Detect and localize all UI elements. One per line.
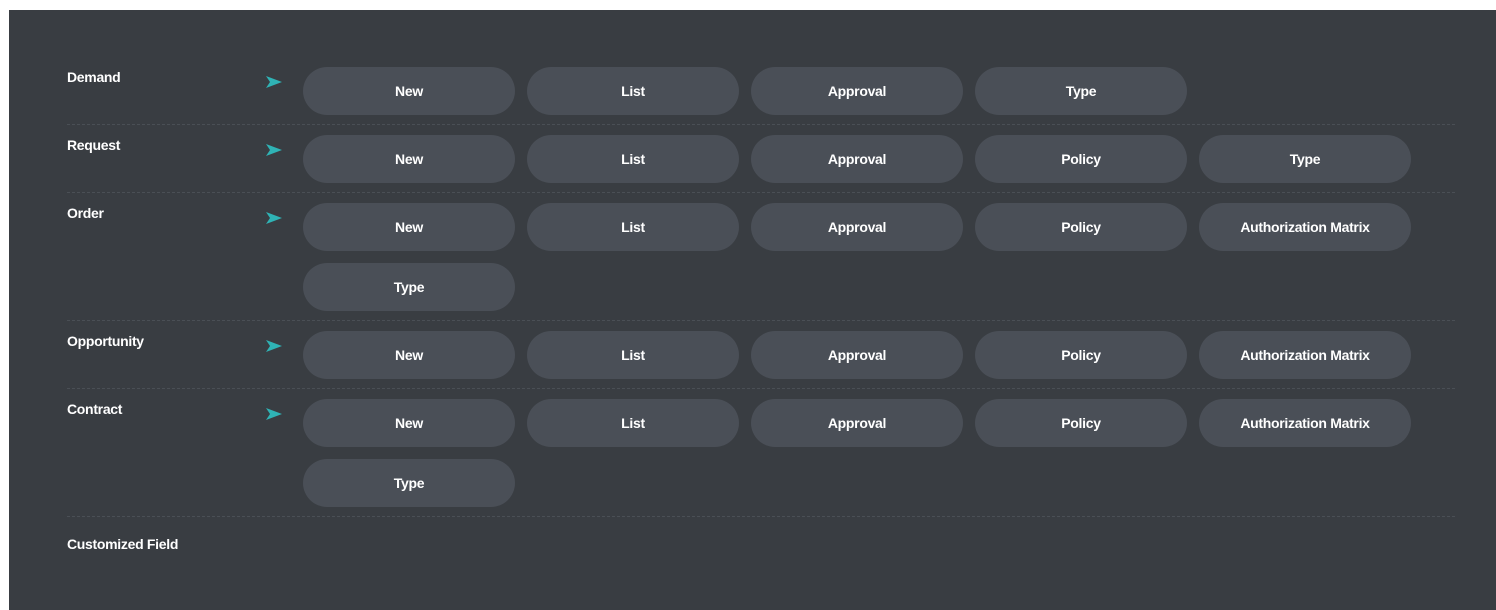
new-button[interactable]: New [303,203,515,251]
policy-button[interactable]: Policy [975,203,1187,251]
approval-button[interactable]: Approval [751,67,963,115]
approval-button[interactable]: Approval [751,399,963,447]
button-group: New List Approval Policy Type [303,135,1423,183]
row-label: Demand [67,69,121,85]
new-button[interactable]: New [303,399,515,447]
new-button[interactable]: New [303,135,515,183]
type-button[interactable]: Type [1199,135,1411,183]
type-button[interactable]: Type [975,67,1187,115]
type-button[interactable]: Type [303,459,515,507]
customized-field-link[interactable]: Customized Field [67,534,178,552]
module-menu: Demand New List Approval Type Request Ne… [67,57,1455,561]
row-request: Request New List Approval Policy Type [67,125,1455,193]
row-contract: Contract New List Approval Policy Author… [67,389,1455,517]
list-button[interactable]: List [527,67,739,115]
policy-button[interactable]: Policy [975,331,1187,379]
list-button[interactable]: List [527,331,739,379]
arrow-right-icon [259,135,303,156]
row-opportunity: Opportunity New List Approval Policy Aut… [67,321,1455,389]
list-button[interactable]: List [527,135,739,183]
arrow-right-icon [259,331,303,352]
policy-button[interactable]: Policy [975,135,1187,183]
row-label: Opportunity [67,333,144,349]
approval-button[interactable]: Approval [751,135,963,183]
row-order: Order New List Approval Policy Authoriza… [67,193,1455,321]
approval-button[interactable]: Approval [751,331,963,379]
approval-button[interactable]: Approval [751,203,963,251]
row-label: Contract [67,401,123,417]
arrow-right-icon [259,399,303,420]
row-label: Order [67,205,104,221]
button-group: New List Approval Type [303,67,1423,115]
new-button[interactable]: New [303,331,515,379]
row-demand: Demand New List Approval Type [67,57,1455,125]
arrow-right-icon [259,203,303,224]
settings-panel: Demand New List Approval Type Request Ne… [9,10,1496,610]
new-button[interactable]: New [303,67,515,115]
list-button[interactable]: List [527,203,739,251]
row-customized-field: Customized Field [67,517,1455,561]
button-group: New List Approval Policy Authorization M… [303,203,1423,311]
button-group: New List Approval Policy Authorization M… [303,331,1423,379]
type-button[interactable]: Type [303,263,515,311]
list-button[interactable]: List [527,399,739,447]
authorization-matrix-button[interactable]: Authorization Matrix [1199,331,1411,379]
authorization-matrix-button[interactable]: Authorization Matrix [1199,203,1411,251]
policy-button[interactable]: Policy [975,399,1187,447]
authorization-matrix-button[interactable]: Authorization Matrix [1199,399,1411,447]
row-label: Request [67,137,121,153]
arrow-right-icon [259,67,303,88]
button-group: New List Approval Policy Authorization M… [303,399,1423,507]
